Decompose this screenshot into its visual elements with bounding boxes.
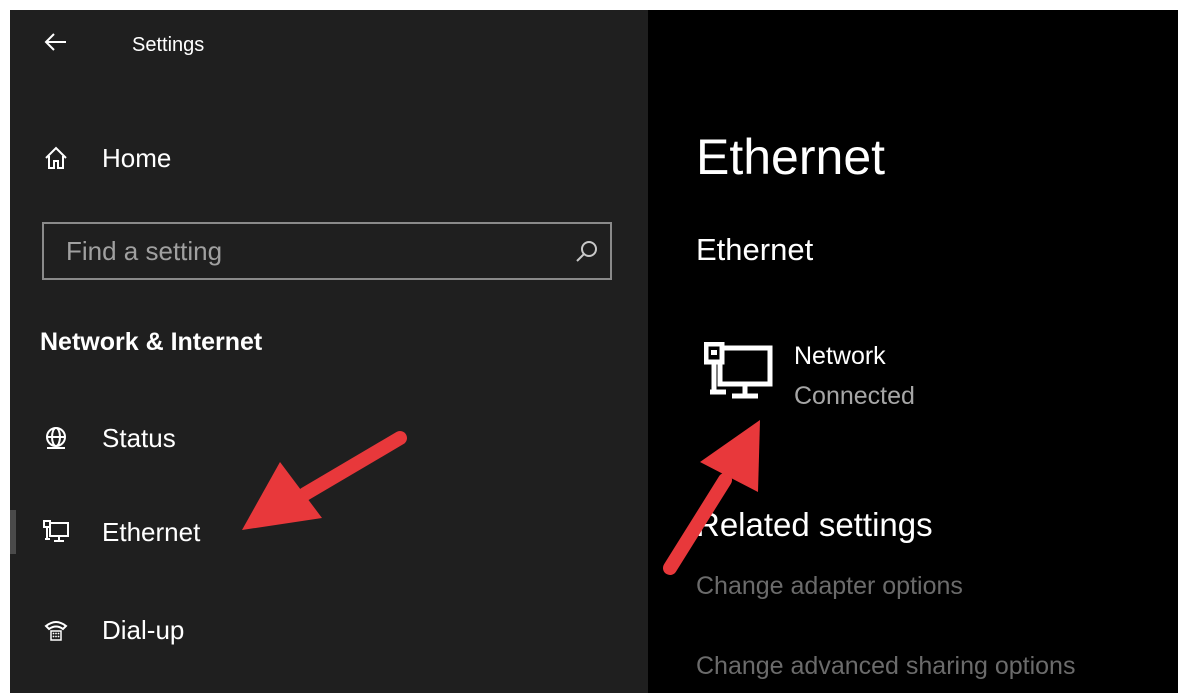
globe-icon bbox=[38, 420, 74, 456]
settings-window: Settings Home Network & Internet bbox=[10, 10, 1178, 693]
sidebar-item-ethernet[interactable]: Ethernet bbox=[10, 502, 648, 562]
sidebar-item-dial-up[interactable]: Dial-up bbox=[10, 600, 648, 660]
network-connection-tile[interactable]: Network Connected bbox=[694, 332, 1024, 422]
sidebar-item-label: Home bbox=[102, 142, 172, 173]
search-input[interactable] bbox=[44, 224, 564, 278]
home-icon bbox=[38, 140, 74, 176]
sidebar: Settings Home Network & Internet bbox=[10, 10, 648, 693]
sidebar-item-home[interactable]: Home bbox=[10, 128, 648, 188]
search-icon[interactable] bbox=[574, 238, 600, 264]
network-status: Connected bbox=[794, 382, 915, 410]
title-bar: Settings bbox=[10, 10, 648, 80]
related-settings-heading: Related settings bbox=[696, 506, 933, 543]
sidebar-item-label: Ethernet bbox=[102, 516, 201, 547]
section-heading: Ethernet bbox=[696, 232, 814, 267]
search-field bbox=[42, 222, 612, 280]
page-title: Ethernet bbox=[696, 129, 886, 185]
ethernet-icon bbox=[38, 514, 74, 550]
app-title: Settings bbox=[132, 34, 205, 56]
sidebar-item-label: Status bbox=[102, 422, 176, 453]
network-name: Network bbox=[794, 342, 886, 370]
change-adapter-options-link[interactable]: Change adapter options bbox=[696, 572, 963, 601]
back-button[interactable] bbox=[40, 26, 72, 58]
main-content: Ethernet Ethernet Network Connected Rela… bbox=[648, 10, 1178, 693]
ethernet-computer-icon bbox=[703, 341, 776, 402]
change-advanced-sharing-options-link[interactable]: Change advanced sharing options bbox=[696, 652, 1075, 681]
sidebar-item-label: Dial-up bbox=[102, 614, 185, 645]
section-heading: Network & Internet bbox=[40, 328, 263, 356]
back-arrow-icon bbox=[44, 33, 66, 51]
dial-up-icon bbox=[38, 612, 74, 648]
sidebar-item-status[interactable]: Status bbox=[10, 408, 648, 468]
